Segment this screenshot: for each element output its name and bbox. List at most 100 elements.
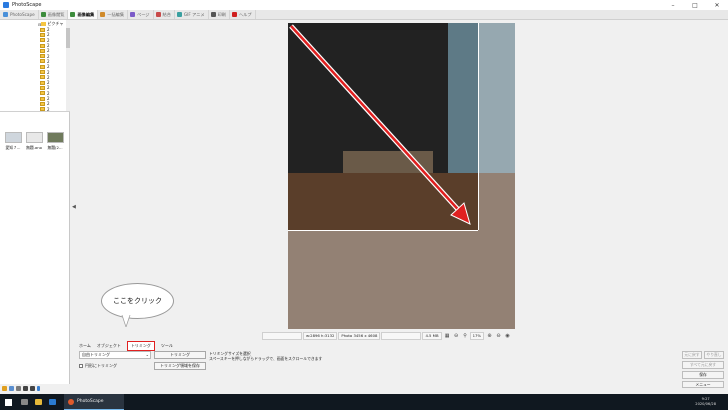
photoscape-icon [68, 398, 74, 405]
subtab-0[interactable]: ホーム [79, 343, 91, 349]
tab-7[interactable]: 印刷 [209, 10, 230, 19]
chevron-down-icon: ⌄ [145, 352, 149, 357]
back-icon[interactable] [23, 386, 28, 391]
tab-label: ヘルプ [238, 11, 252, 17]
folder-icon [40, 85, 45, 90]
tab-2[interactable]: 画像編集 [68, 10, 99, 19]
menu-button[interactable]: メニュー [682, 381, 724, 388]
task-view-icon[interactable] [18, 394, 30, 410]
folder-icon [40, 107, 45, 111]
folder-icon [40, 70, 45, 75]
tab-icon [231, 12, 237, 17]
forward-icon[interactable] [30, 386, 35, 391]
folder-tree[interactable]: ⊟ ピクチャ 2222222222222222 [0, 20, 70, 112]
tab-label: 画像編集 [77, 11, 95, 17]
subtab-1[interactable]: オブジェクト [97, 343, 121, 349]
thumbnail-image [25, 132, 43, 143]
close-button[interactable]: ✕ [706, 0, 728, 10]
folder-icon [40, 91, 45, 96]
edit-bottom-panel: ホーム オブジェクト トリミング ツール 自由トリミング ⌄ トリミング トリミング領… [76, 340, 728, 388]
panel-splitter-handle[interactable]: ◀ [72, 200, 76, 214]
undo-button[interactable]: 元に戻す [682, 351, 702, 359]
status-bar: w:2896 h:3132 Photo 3456 x 4608 4.5 MB ▦… [262, 331, 512, 340]
thumbnail-image [46, 132, 64, 143]
system-clock[interactable]: 9:27 2020/06/28 [695, 397, 716, 406]
checkbox-box[interactable] [79, 364, 83, 368]
tree-scrollbar[interactable] [66, 20, 70, 111]
thumbnail-image [4, 132, 22, 143]
actual-size-icon[interactable]: ◉ [504, 332, 511, 339]
left-panel: ⊟ ピクチャ 2222222222222222 愛知７... 無題.ano 無題(2… [0, 20, 70, 391]
image-canvas[interactable] [76, 20, 728, 330]
thumbnail[interactable]: 愛知７... [3, 132, 23, 151]
edited-photo[interactable] [288, 23, 515, 329]
maximize-button[interactable]: □ [684, 0, 706, 10]
edge-icon[interactable] [46, 394, 58, 410]
tree-root-label: ピクチャ [47, 21, 64, 26]
window-title: PhotoScape [12, 2, 42, 8]
globe-icon[interactable] [9, 386, 14, 391]
zoom-in-icon[interactable]: ⊕ [486, 332, 493, 339]
redo-button[interactable]: やり直し [704, 351, 724, 359]
save-crop-area-button[interactable]: トリミング領域を保存 [154, 362, 206, 370]
tab-icon [210, 12, 216, 17]
thumbnail[interactable]: 無題(2... [45, 132, 65, 151]
folder-icon [40, 43, 45, 48]
folder-icon [40, 96, 45, 101]
crop-button[interactable]: トリミング [154, 351, 206, 359]
tab-icon [3, 12, 8, 17]
zoom-out-icon[interactable]: ⊖ [495, 332, 502, 339]
tab-icon [70, 12, 76, 17]
tab-8[interactable]: ヘルプ [230, 10, 256, 19]
tab-0[interactable]: PhotoScape [1, 10, 39, 19]
tab-label: 画像閲覧 [47, 11, 65, 17]
grid-icon[interactable] [16, 386, 21, 391]
left-toolbar [0, 384, 70, 393]
tab-6[interactable]: GIF アニメ [175, 10, 209, 19]
fit-icon[interactable]: ▦ [444, 332, 451, 339]
thumbnail[interactable]: 無題.ano [24, 132, 44, 151]
tab-icon [130, 12, 136, 17]
zoom-fit-icon[interactable]: ⚲ [462, 332, 469, 339]
tab-3[interactable]: 一括編集 [98, 10, 129, 19]
minimize-button[interactable]: – [662, 0, 684, 10]
tab-label: 結合 [162, 11, 171, 17]
subtab-3[interactable]: ツール [161, 343, 173, 349]
tab-icon [100, 12, 106, 17]
save-button[interactable]: 保存 [682, 371, 724, 379]
subtab-2[interactable]: トリミング [126, 340, 155, 351]
tab-icon [176, 12, 182, 17]
file-explorer-icon[interactable] [32, 394, 44, 410]
tab-label: PhotoScape [10, 12, 35, 17]
selection-size: w:2896 h:3132 [303, 331, 338, 340]
folder-icon [40, 27, 45, 32]
settings-icon[interactable] [2, 386, 7, 391]
tab-label: ページ [137, 11, 150, 17]
crop-hint-text: トリミングサイズを選択 スペースキーを押しながらドラッグで、画面をスクロールでき… [209, 351, 323, 361]
app-icon [3, 2, 9, 8]
tab-1[interactable]: 画像閲覧 [39, 10, 69, 19]
tab-label: 印刷 [217, 11, 226, 17]
tab-4[interactable]: ページ [128, 10, 154, 19]
tab-label: GIF アニメ [183, 11, 205, 17]
file-size: 4.5 MB [422, 331, 442, 340]
zoom-out-icon[interactable]: ⊖ [453, 332, 460, 339]
taskbar-app-photoscape[interactable]: PhotoScape [64, 394, 124, 410]
tab-icon [40, 12, 46, 17]
size-slider[interactable] [37, 386, 40, 391]
oval-crop-checkbox[interactable]: 円形にトリミング [79, 362, 117, 370]
callout-tail [121, 315, 131, 327]
tab-5[interactable]: 結合 [154, 10, 175, 19]
start-button[interactable] [0, 394, 16, 410]
folder-tree-item[interactable]: 2 [40, 107, 50, 111]
tab-label: 一括編集 [107, 11, 125, 17]
folder-icon [40, 38, 45, 43]
crop-mode-select[interactable]: 自由トリミング ⌄ [79, 351, 151, 359]
photo-dimensions: Photo 3456 x 4608 [338, 331, 381, 340]
zoom-level: 17% [469, 331, 485, 340]
undo-all-button[interactable]: すべて元に戻す [682, 361, 724, 369]
folder-icon [40, 59, 45, 64]
thumbnail-label: 愛知７... [5, 145, 21, 150]
folder-icon [40, 64, 45, 69]
main-tab-bar: PhotoScape 画像閲覧 画像編集 一括編集 ページ 結合 GIF アニメ 印刷 ヘルプ [0, 10, 728, 20]
